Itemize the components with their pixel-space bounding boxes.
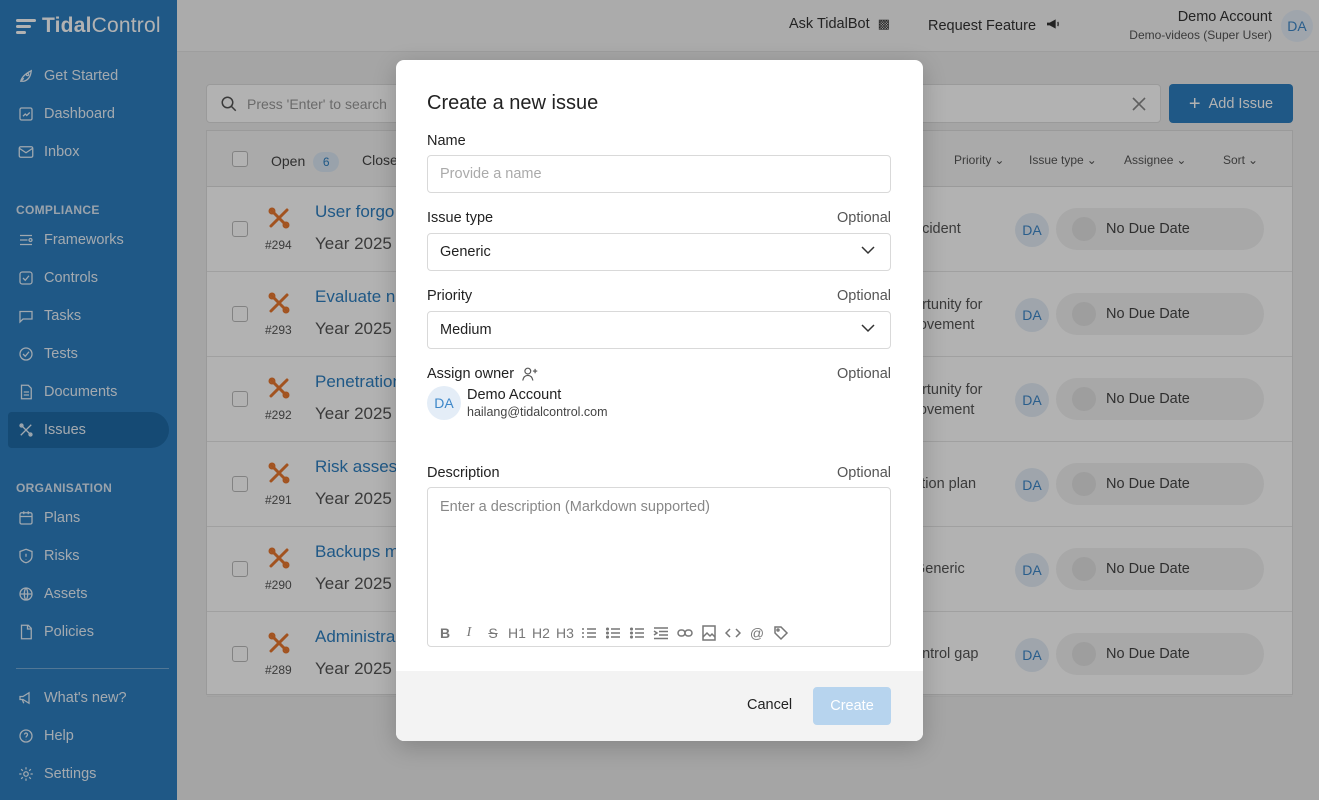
- task-list-icon[interactable]: [628, 623, 646, 643]
- bold-icon[interactable]: B: [436, 623, 454, 643]
- assign-owner-label: Assign owner: [427, 366, 539, 382]
- code-icon[interactable]: [724, 623, 742, 643]
- issue-type-select[interactable]: Generic: [427, 233, 891, 271]
- modal-title: Create a new issue: [427, 92, 599, 114]
- owner-avatar[interactable]: DA: [427, 386, 461, 420]
- ordered-list-icon[interactable]: [580, 623, 598, 643]
- create-button[interactable]: Create: [813, 687, 891, 725]
- owner-email: hailang@tidalcontrol.com: [467, 405, 608, 419]
- name-label: Name: [427, 133, 466, 149]
- heading1-button[interactable]: H1: [508, 623, 526, 643]
- chevron-down-icon: [861, 246, 875, 255]
- italic-icon[interactable]: I: [460, 623, 478, 643]
- chevron-down-icon: [861, 324, 875, 333]
- markdown-toolbar: B I S H1 H2 H3 @: [436, 623, 790, 643]
- tag-icon[interactable]: [772, 623, 790, 643]
- heading3-button[interactable]: H3: [556, 623, 574, 643]
- priority-label: Priority: [427, 288, 473, 304]
- image-icon[interactable]: [700, 623, 718, 643]
- issue-type-value: Generic: [440, 244, 491, 260]
- optional-label: Optional: [836, 288, 891, 304]
- optional-label: Optional: [836, 465, 891, 481]
- strikethrough-icon[interactable]: S: [484, 623, 502, 643]
- heading2-button[interactable]: H2: [532, 623, 550, 643]
- optional-label: Optional: [836, 366, 891, 382]
- name-input[interactable]: Provide a name: [427, 155, 891, 193]
- add-user-icon[interactable]: [521, 366, 539, 382]
- link-icon[interactable]: [676, 623, 694, 643]
- priority-value: Medium: [440, 322, 492, 338]
- description-editor[interactable]: Enter a description (Markdown supported)…: [427, 487, 891, 647]
- issue-type-label: Issue type: [427, 210, 494, 226]
- description-label: Description: [427, 465, 500, 481]
- indent-icon[interactable]: [652, 623, 670, 643]
- bullet-list-icon[interactable]: [604, 623, 622, 643]
- mention-button[interactable]: @: [748, 623, 766, 643]
- cancel-button[interactable]: Cancel: [747, 697, 792, 713]
- priority-select[interactable]: Medium: [427, 311, 891, 349]
- description-input[interactable]: Enter a description (Markdown supported): [440, 499, 710, 515]
- modal-footer: Cancel Create: [396, 671, 923, 741]
- optional-label: Optional: [836, 210, 891, 226]
- owner-name: Demo Account: [467, 387, 562, 403]
- create-issue-modal: Create a new issue Name Provide a name I…: [396, 60, 923, 741]
